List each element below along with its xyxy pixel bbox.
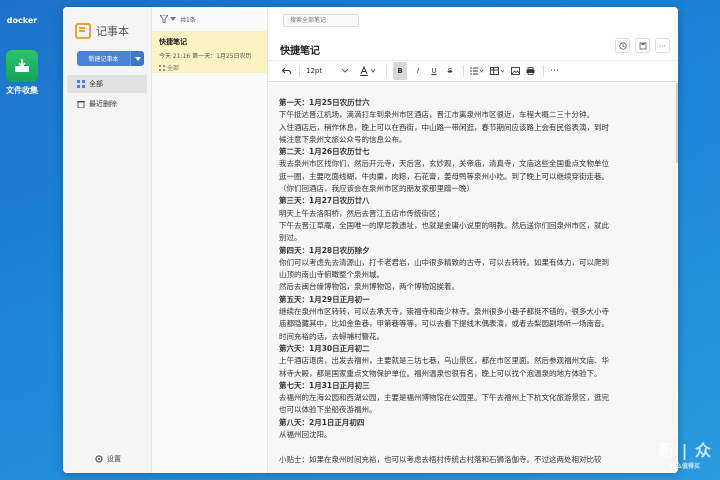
grid-icon bbox=[77, 80, 85, 88]
desktop-icon-docker[interactable]: docker bbox=[4, 0, 40, 25]
chevron-down-icon bbox=[170, 17, 176, 21]
trash-icon bbox=[77, 101, 85, 108]
watermark-sub: 什么值得买 bbox=[669, 463, 700, 470]
note-body-line: 上午酒店退房，出发去福州，主要就是三坊七巷，乌山景区，都在市区里面。然后参观福州… bbox=[279, 356, 609, 366]
note-body-line: 下午抵达晋江机场，滴滴打车到泉州市区酒店，晋江市离泉州市区很近，车程大概二三十分… bbox=[279, 110, 594, 120]
new-note-dropdown-button[interactable] bbox=[130, 51, 144, 66]
editor: 快捷笔记 ⋯ 12pt B I U S bbox=[268, 7, 678, 473]
undo-icon[interactable] bbox=[282, 62, 291, 80]
note-body-line: 从福州回沈阳。 bbox=[279, 430, 332, 440]
title-actions: ⋯ bbox=[615, 38, 670, 53]
new-note-button-group: 新建记事本 bbox=[77, 51, 144, 66]
more-tools-icon[interactable]: ⋯ bbox=[550, 62, 559, 80]
app-brand: 记事本 bbox=[63, 21, 151, 41]
note-body-line: 然后去闽台缘博物馆，泉州博物馆，两个博物馆挨着。 bbox=[279, 282, 459, 292]
note-body-line: 第六天：1月30日正月初二 bbox=[279, 343, 370, 353]
note-body-line: 山顶的南山寺俯瞰整个泉州城。 bbox=[279, 270, 384, 280]
sidebar-nav: 全部 最近删除 bbox=[63, 75, 151, 113]
font-size-select[interactable]: 12pt bbox=[306, 62, 352, 80]
desktop-icon-file-collect[interactable]: 文件收集 bbox=[4, 50, 40, 96]
bold-icon[interactable]: B bbox=[393, 62, 407, 80]
sidebar-item-label: 全部 bbox=[89, 80, 103, 88]
settings-label: 设置 bbox=[107, 455, 121, 463]
note-item-title: 快捷笔记 bbox=[159, 38, 187, 46]
note-body-line: （你们回酒店，我应该会在泉州市区的朋友家那里蹭一晚） bbox=[279, 184, 474, 194]
underline-icon[interactable]: U bbox=[429, 62, 439, 80]
note-body-line: 别过。 bbox=[279, 233, 302, 243]
note-body-line: 去福州的左海公园和西湖公园，主要是福州博物馆在公园里。下午去福州上下杭文化旅游景… bbox=[279, 393, 609, 403]
note-body-line: 第二天：1月26日农历廿七 bbox=[279, 147, 370, 157]
note-body[interactable]: 第一天：1月25日农历廿六下午抵达晋江机场，滴滴打车到泉州市区酒店，晋江市离泉州… bbox=[268, 83, 676, 473]
note-body-line: 第一天：1月25日农历廿六 bbox=[279, 98, 370, 107]
desktop-icon-label: 文件收集 bbox=[6, 86, 38, 95]
gear-icon bbox=[95, 455, 103, 463]
note-body-line: 候注意下泉州文旅公众号的信息公布。 bbox=[279, 134, 407, 144]
app-title: 记事本 bbox=[96, 25, 129, 38]
image-icon[interactable] bbox=[511, 62, 520, 80]
note-body-line: 林寺大殿，都是国家重点文物保护单位。福州温泉也很有名，晚上可以找个泡温泉的地方体… bbox=[279, 368, 602, 378]
note-body-line: 第八天：2月1日正月初四 bbox=[279, 417, 365, 427]
note-body-line: 你们可以考虑先去清源山，打卡老君岩，山中很多精致的古寺，可以去转转。如果有体力，… bbox=[279, 257, 609, 267]
new-note-button[interactable]: 新建记事本 bbox=[77, 51, 130, 66]
grid-icon bbox=[159, 64, 165, 71]
note-body-line: 第四天：1月28日农历除夕 bbox=[279, 245, 370, 255]
toolbar-divider bbox=[543, 65, 544, 77]
watermark-main: 新 | 众 bbox=[658, 441, 712, 460]
sidebar-item-label: 最近删除 bbox=[89, 100, 117, 108]
note-item-category: 全部 bbox=[159, 63, 263, 72]
sidebar-item-all[interactable]: 全部 bbox=[67, 75, 147, 93]
note-body-line: 明天上午去洛阳桥，然后去晋江五店市传统街区； bbox=[279, 208, 444, 218]
note-body-line bbox=[279, 441, 668, 453]
desktop-icon-label: docker bbox=[6, 16, 38, 25]
sidebar-item-recently-deleted[interactable]: 最近删除 bbox=[67, 95, 147, 113]
note-item-preview: 今天 21:16 第一天：1月25日农历 bbox=[159, 53, 252, 60]
watermark: 新 | 众 什么值得买 bbox=[658, 437, 712, 470]
note-body-line: 逛一圈，主要吃面线糊，牛肉羹，肉粽，石花膏，姜母鸭等泉州小吃。到了晚上可以继续穿… bbox=[279, 171, 609, 181]
note-list-header: 共1条 bbox=[152, 7, 267, 31]
note-body-line: 也可以体验下坐船夜游福州。 bbox=[279, 405, 377, 415]
toolbar-divider bbox=[463, 65, 464, 77]
more-options-icon[interactable]: ⋯ bbox=[655, 38, 670, 53]
chevron-down-icon bbox=[134, 56, 141, 61]
note-list: 共1条 快捷笔记 今天 21:16 第一天：1月25日农历 全部 bbox=[152, 7, 268, 473]
list-icon[interactable] bbox=[470, 62, 484, 80]
note-body-line: 小贴士：如果在泉州时间充裕，也可以考虑去梧村传统古村落和石狮洛伽寺。不过这两处相… bbox=[279, 454, 602, 464]
print-icon[interactable] bbox=[526, 62, 535, 80]
sidebar: 记事本 新建记事本 全部 最近删除 设置 bbox=[63, 7, 152, 473]
note-count: 共1条 bbox=[180, 16, 196, 24]
italic-icon[interactable]: I bbox=[413, 62, 423, 80]
note-body-line: 时间充裕的话，去蟳埔村簪花。 bbox=[279, 331, 384, 341]
save-icon[interactable] bbox=[635, 38, 650, 53]
note-body-line: 第三天：1月27日农历廿八 bbox=[279, 196, 370, 206]
toolbar-divider bbox=[299, 65, 300, 77]
note-body-line: 继续在泉州市区转转，可以去承天寺，崇福寺和南少林寺。泉州很多小巷子都挺不错的，很… bbox=[279, 307, 609, 317]
note-body-line: 我去泉州市区找你们，然后开元寺，天后宫，玄妙观，关帝庙，清真寺，文庙这些全国重点… bbox=[279, 159, 609, 169]
history-icon[interactable] bbox=[615, 38, 630, 53]
file-collect-icon bbox=[6, 50, 38, 82]
note-body-line: 入住酒店后，稍作休息，晚上可以在西街，中山路一带闲逛，春节期间应该路上会有民俗表… bbox=[279, 122, 609, 132]
search-input[interactable] bbox=[283, 14, 359, 27]
note-body-line: 下午去晋江草庵，全国唯一的摩尼教遗址，也就是金庸小说里的明教。然后送你们回泉州市… bbox=[279, 220, 609, 230]
note-body-line: 庙都隐藏其中，比如金鱼巷，甲第巷等等，可以去看下提线木偶表演，或者去梨园剧场听一… bbox=[279, 319, 609, 329]
toolbar-divider bbox=[386, 65, 387, 77]
settings-button[interactable]: 设置 bbox=[95, 454, 121, 464]
note-body-line: 第五天：1月29日正月初一 bbox=[279, 294, 370, 304]
note-title[interactable]: 快捷笔记 bbox=[280, 42, 320, 57]
format-toolbar: 12pt B I U S ⋯ bbox=[268, 60, 678, 82]
filter-icon[interactable] bbox=[160, 15, 168, 23]
notepad-logo-icon bbox=[75, 23, 91, 39]
table-icon[interactable] bbox=[490, 62, 505, 80]
strikethrough-icon[interactable]: S bbox=[445, 62, 455, 80]
scrollbar[interactable] bbox=[676, 83, 678, 163]
notepad-window: 记事本 新建记事本 全部 最近删除 设置 共1条 快捷笔记 今天 21:16 第… bbox=[63, 7, 678, 473]
font-size-value: 12pt bbox=[306, 67, 323, 75]
note-body-line: 第七天：1月31日正月初三 bbox=[279, 380, 370, 390]
note-item-category-label: 全部 bbox=[167, 65, 180, 72]
text-color-icon[interactable] bbox=[358, 62, 378, 80]
list-item[interactable]: 快捷笔记 今天 21:16 第一天：1月25日农历 全部 bbox=[152, 31, 267, 73]
chevron-down-icon bbox=[342, 69, 348, 73]
